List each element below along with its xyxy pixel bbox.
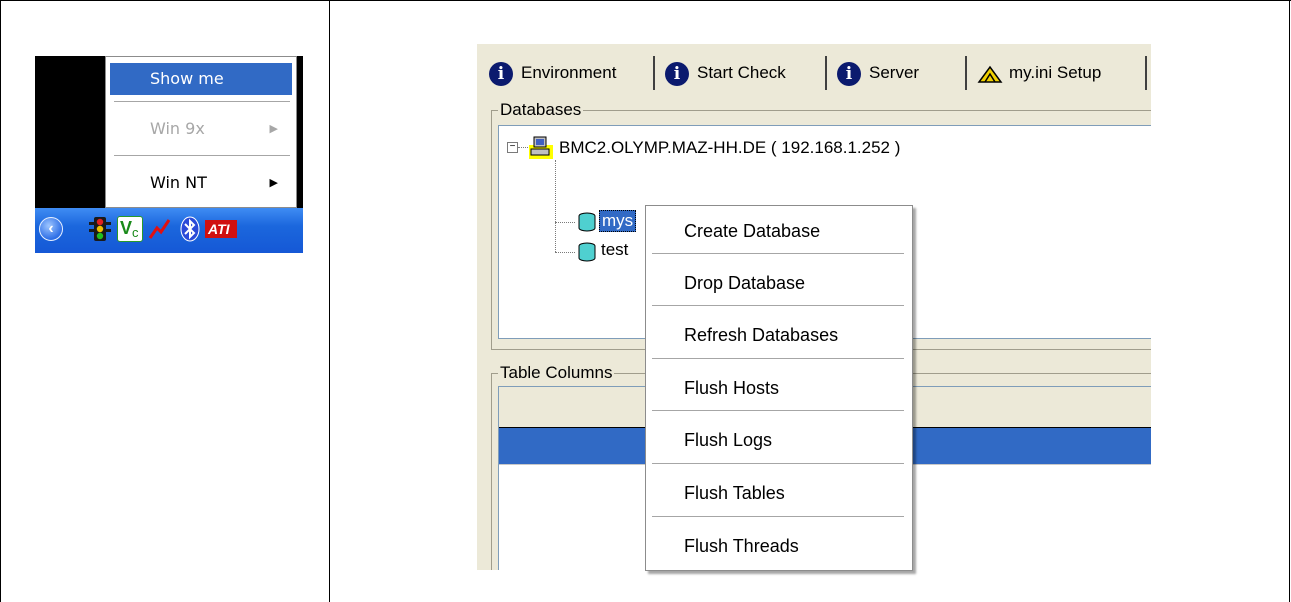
table-border-middle (329, 0, 330, 602)
vc-icon[interactable]: V c (117, 216, 143, 242)
menu-item-label: Flush Tables (684, 483, 785, 503)
table-border-top (0, 0, 1291, 1)
menu-item-flush-hosts[interactable]: Flush Hosts (650, 363, 908, 415)
tab-label: Server (869, 63, 920, 82)
tree-line (555, 222, 575, 223)
tree-line (555, 160, 556, 252)
back-arrow-icon[interactable]: ‹ (39, 217, 63, 241)
tab-label: Environment (521, 63, 617, 82)
submenu-arrow-icon: ▶ (269, 122, 278, 135)
network-icon[interactable] (147, 216, 173, 242)
submenu-arrow-icon: ▶ (269, 176, 278, 189)
table-border-right (1289, 0, 1290, 602)
vc-icon-sub: c (132, 225, 139, 240)
menu-item-label: Flush Hosts (684, 378, 780, 398)
menu-item-win-nt[interactable]: Win NT ▶ (110, 167, 292, 199)
traffic-light-icon[interactable] (87, 216, 113, 242)
ati-icon-text: ATI (208, 221, 230, 237)
tab-start-check[interactable]: i Start Check (659, 56, 827, 90)
tree-collapse-icon[interactable]: − (507, 142, 518, 153)
tab-server[interactable]: i Server (831, 56, 967, 90)
database-icon (578, 242, 596, 262)
menu-item-flush-threads[interactable]: Flush Threads (650, 521, 908, 573)
menu-item-win-9x[interactable]: Win 9x ▶ (110, 113, 292, 145)
vc-icon-letter: V (120, 218, 133, 238)
tray-menu-screenshot: Show me Win 9x ▶ Win NT ▶ ‹ V c ATI (35, 56, 303, 253)
menu-item-label: Create Database (684, 221, 821, 241)
info-icon: i (665, 62, 689, 86)
setup-icon (977, 65, 1003, 83)
menu-item-label: Show me (150, 69, 224, 88)
menu-item-drop-database[interactable]: Drop Database (650, 258, 908, 310)
tree-line (518, 147, 528, 148)
ati-icon[interactable]: ATI (205, 216, 237, 242)
menu-item-label: Flush Logs (684, 430, 773, 450)
menu-separator (652, 358, 904, 360)
menu-item-refresh-databases[interactable]: Refresh Databases (650, 310, 908, 362)
taskbar-tray: ‹ V c ATI (35, 208, 303, 253)
tree-db-mysql[interactable]: mys (599, 210, 637, 232)
tray-context-menu: Show me Win 9x ▶ Win NT ▶ (105, 56, 297, 208)
tab-environment[interactable]: i Environment (483, 56, 655, 90)
menu-item-label: Drop Database (684, 273, 806, 293)
menu-separator (652, 463, 904, 465)
bluetooth-icon[interactable] (177, 216, 203, 242)
info-icon: i (837, 62, 861, 86)
server-icon (529, 136, 553, 159)
menu-item-flush-logs[interactable]: Flush Logs (650, 415, 908, 467)
tab-label: my.ini Setup (1009, 63, 1102, 82)
info-icon: i (489, 62, 513, 86)
database-context-menu: Create Database Drop Database Refresh Da… (645, 205, 913, 571)
tab-label: Start Check (697, 63, 786, 82)
database-icon (578, 212, 596, 232)
menu-separator (652, 305, 904, 307)
menu-item-label: Flush Threads (684, 536, 799, 556)
menu-separator (652, 516, 904, 518)
tab-bar: i Environment i Start Check i Server my.… (477, 44, 1151, 96)
menu-item-create-database[interactable]: Create Database (650, 206, 908, 258)
menu-separator (114, 101, 290, 103)
menu-item-show-me[interactable]: Show me (110, 63, 292, 95)
tree-line (555, 252, 575, 253)
menu-separator (114, 155, 290, 157)
menu-item-label: Win 9x (150, 119, 205, 138)
tab-my-ini-setup[interactable]: my.ini Setup (971, 56, 1147, 90)
menu-separator (652, 410, 904, 412)
menu-item-flush-tables[interactable]: Flush Tables (650, 468, 908, 520)
menu-item-label: Refresh Databases (684, 325, 839, 345)
databases-legend: Databases (498, 100, 584, 120)
menu-item-label: Win NT (150, 173, 207, 192)
tree-server-label[interactable]: BMC2.OLYMP.MAZ-HH.DE ( 192.168.1.252 ) (559, 138, 900, 158)
table-columns-legend: Table Columns (498, 363, 615, 383)
tree-db-test[interactable]: test (601, 240, 628, 260)
menu-separator (652, 253, 904, 255)
table-border-left (0, 0, 1, 602)
